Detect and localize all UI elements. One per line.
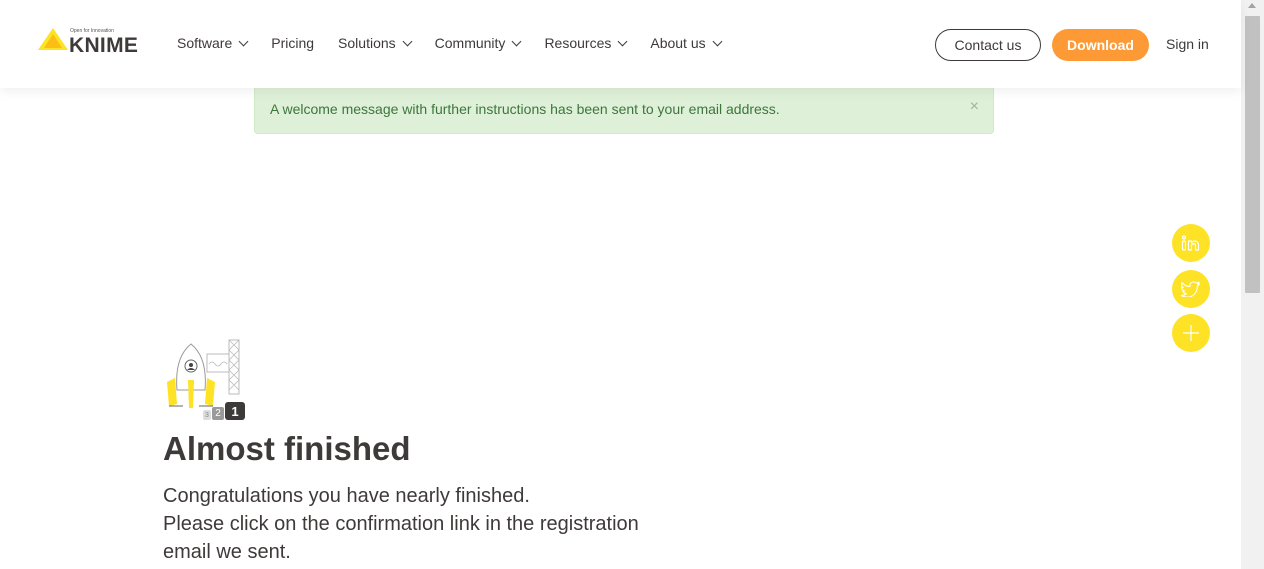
site-header: Open for Innovation KNIME Software Prici… xyxy=(0,0,1241,88)
countdown-1: 1 xyxy=(225,402,245,420)
close-icon[interactable]: × xyxy=(970,98,979,116)
chevron-down-icon xyxy=(238,36,249,46)
plus-icon xyxy=(1183,325,1199,341)
nav-about-us-label: About us xyxy=(650,35,706,51)
page: Open for Innovation KNIME Software Prici… xyxy=(0,0,1264,569)
alert-message: A welcome message with further instructi… xyxy=(270,101,780,117)
knime-logo-icon xyxy=(38,28,68,50)
countdown: 3 2 1 xyxy=(203,402,245,420)
twitter-icon xyxy=(1181,281,1201,297)
scroll-up-arrow-icon[interactable] xyxy=(1248,3,1256,8)
confirmation-line-2: Please click on the confirmation link in… xyxy=(163,513,639,535)
nav-solutions[interactable]: Solutions xyxy=(338,35,413,51)
download-button[interactable]: Download xyxy=(1052,29,1149,61)
rocket-launch-illustration: 3 2 1 xyxy=(163,338,251,420)
sign-in-link[interactable]: Sign in xyxy=(1166,36,1209,52)
linkedin-icon xyxy=(1181,235,1200,251)
knime-logo[interactable]: Open for Innovation KNIME xyxy=(38,24,142,60)
confirmation-text: Congratulations you have nearly finished… xyxy=(163,482,683,566)
countdown-3: 3 xyxy=(203,410,211,420)
confirmation-line-1: Congratulations you have nearly finished… xyxy=(163,485,530,507)
chevron-down-icon xyxy=(617,36,628,46)
page-title: Almost finished xyxy=(163,430,411,467)
success-alert: A welcome message with further instructi… xyxy=(254,88,994,134)
nav-solutions-label: Solutions xyxy=(338,35,396,51)
scroll-thumb[interactable] xyxy=(1245,16,1260,293)
linkedin-share-button[interactable] xyxy=(1172,224,1210,262)
chevron-down-icon xyxy=(712,36,723,46)
nav-pricing-label: Pricing xyxy=(271,35,315,51)
nav-pricing[interactable]: Pricing xyxy=(271,35,314,51)
chevron-down-icon xyxy=(402,36,413,46)
chevron-down-icon xyxy=(511,36,522,46)
nav-resources[interactable]: Resources xyxy=(544,35,628,51)
contact-us-button[interactable]: Contact us xyxy=(935,29,1041,61)
nav-software[interactable]: Software xyxy=(177,35,249,51)
nav-software-label: Software xyxy=(177,35,233,51)
nav-community[interactable]: Community xyxy=(434,35,522,51)
logo-wordmark: KNIME xyxy=(69,34,139,57)
nav-about-us[interactable]: About us xyxy=(650,35,723,51)
twitter-share-button[interactable] xyxy=(1172,270,1210,308)
countdown-2: 2 xyxy=(212,407,224,420)
nav-community-label: Community xyxy=(434,35,506,51)
vertical-scrollbar[interactable] xyxy=(1241,0,1264,569)
more-share-button[interactable] xyxy=(1172,314,1210,352)
main-nav: Software Pricing Solutions Community Res… xyxy=(177,35,745,51)
nav-resources-label: Resources xyxy=(544,35,612,51)
confirmation-line-3: email we sent. xyxy=(163,541,291,563)
